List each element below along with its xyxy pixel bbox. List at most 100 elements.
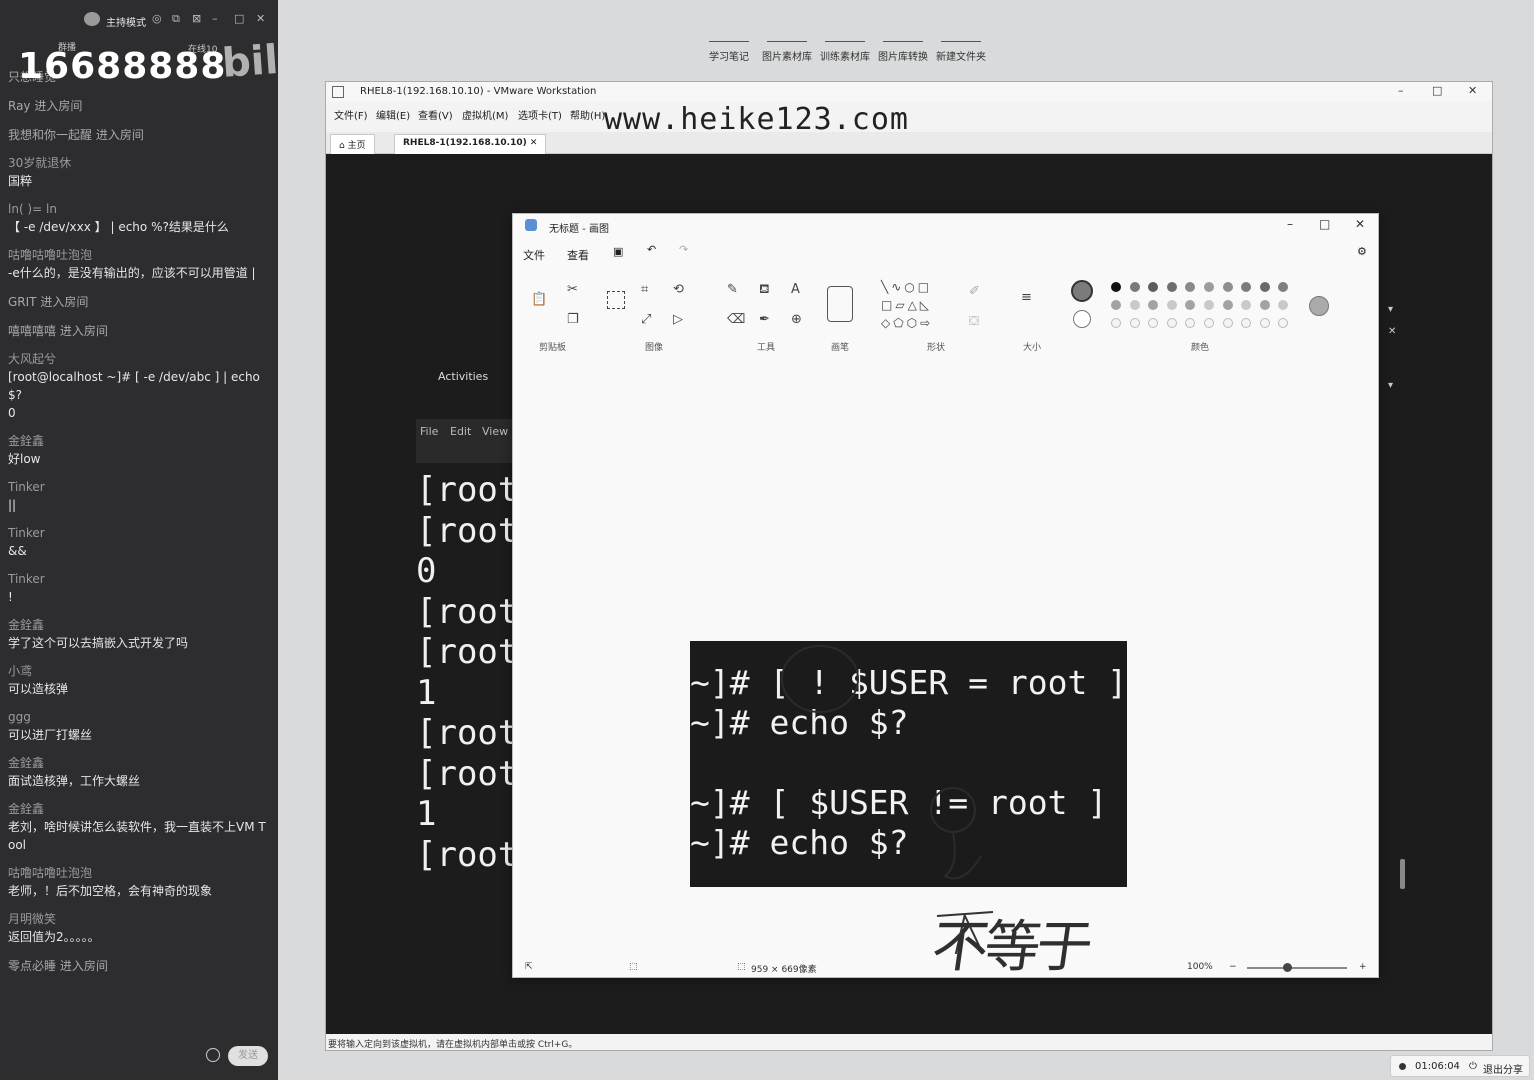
rotate-icon[interactable]: ⟲ xyxy=(673,282,684,297)
color-swatch[interactable] xyxy=(1185,282,1196,292)
vm-maximize-icon[interactable]: □ xyxy=(1432,84,1442,97)
magnifier-icon[interactable]: ⊕ xyxy=(791,312,802,327)
color-swatch[interactable] xyxy=(1222,318,1233,328)
paint-close-icon[interactable]: ✕ xyxy=(1355,217,1365,231)
color-swatch[interactable] xyxy=(1166,318,1177,328)
shapes-icon[interactable]: □▱△◺ xyxy=(881,298,932,312)
dropdown-icon[interactable]: ▾ xyxy=(1388,304,1393,315)
pin-icon[interactable]: ⊠ xyxy=(192,12,201,25)
menu-tabs[interactable]: 选项卡(T) xyxy=(518,107,562,122)
term-menu-file[interactable]: File xyxy=(420,425,438,438)
color-swatch[interactable] xyxy=(1129,318,1140,328)
color-swatch[interactable] xyxy=(1166,282,1177,292)
eraser-icon[interactable]: ⌫ xyxy=(727,312,745,327)
color-swatch[interactable] xyxy=(1204,282,1214,292)
activities-button[interactable]: Activities xyxy=(438,370,488,383)
color-swatch[interactable] xyxy=(1111,318,1121,328)
minimize-icon[interactable]: – xyxy=(212,12,218,25)
size-icon[interactable]: ≡ xyxy=(1021,290,1032,305)
color-swatch[interactable] xyxy=(1185,300,1196,310)
crop-icon[interactable]: ⌗ xyxy=(641,282,648,297)
paint-canvas[interactable]: ~]# [ ! $USER = root ] ~]# echo $? ~]# [… xyxy=(513,356,1378,980)
color-swatch[interactable] xyxy=(1111,300,1121,310)
color-swatch[interactable] xyxy=(1222,300,1233,310)
menu-vm[interactable]: 虚拟机(M) xyxy=(462,107,508,122)
text-icon[interactable]: A xyxy=(791,282,800,297)
menu-file[interactable]: 文件(F) xyxy=(334,107,368,122)
fill-style-icon[interactable]: ⛋ xyxy=(969,314,979,329)
zoom-slider-thumb[interactable] xyxy=(1283,963,1292,972)
send-button[interactable]: 发送 xyxy=(228,1046,268,1066)
term-menu-edit[interactable]: Edit xyxy=(450,425,471,438)
color-swatch[interactable] xyxy=(1278,282,1289,292)
color-swatch[interactable] xyxy=(1204,318,1214,328)
paint-menu-file[interactable]: 文件 xyxy=(523,247,545,263)
shapes-icon[interactable]: ╲∿○□ xyxy=(881,280,932,294)
redo-icon[interactable]: ↷ xyxy=(679,243,688,256)
pencil-icon[interactable]: ✎ xyxy=(727,282,738,297)
share-tool-newfolder[interactable]: 新建文件夹 xyxy=(932,34,990,63)
undo-icon[interactable]: ↶ xyxy=(647,243,656,256)
tab-vm[interactable]: RHEL8-1(192.168.10.10) ✕ xyxy=(394,134,547,154)
color-swatch[interactable] xyxy=(1222,282,1233,292)
settings-icon[interactable]: ◎ xyxy=(152,12,162,25)
maximize-icon[interactable]: □ xyxy=(234,12,244,25)
zoom-in-icon[interactable]: + xyxy=(1359,962,1367,972)
dropdown-icon[interactable]: ▾ xyxy=(1388,380,1393,391)
color-swatch[interactable] xyxy=(1148,282,1159,292)
color-swatch[interactable] xyxy=(1241,282,1252,292)
share-tool-notes[interactable]: 学习笔记 xyxy=(700,34,758,63)
edit-colors-icon[interactable] xyxy=(1309,296,1329,316)
picker-icon[interactable]: ✒ xyxy=(759,312,770,327)
tab-home[interactable]: ⌂ 主页 xyxy=(330,134,375,154)
zoom-slider[interactable] xyxy=(1247,967,1347,969)
share-tool-images[interactable]: 图片素材库 xyxy=(758,34,816,63)
color-swatch[interactable] xyxy=(1259,282,1270,292)
brush-icon[interactable] xyxy=(827,286,853,322)
color-swatch[interactable] xyxy=(1148,318,1159,328)
color1-swatch[interactable] xyxy=(1071,280,1093,302)
zoom-out-icon[interactable]: − xyxy=(1229,962,1237,972)
menu-edit[interactable]: 编辑(E) xyxy=(376,107,410,122)
paint-maximize-icon[interactable]: □ xyxy=(1319,217,1330,231)
paste-icon[interactable]: 📋 xyxy=(531,292,547,307)
term-menu-view[interactable]: View xyxy=(482,425,508,438)
share-tool-training[interactable]: 训练素材库 xyxy=(816,34,874,63)
copy-icon[interactable]: ❐ xyxy=(567,312,579,327)
color-swatch[interactable] xyxy=(1259,300,1270,310)
exit-share-button[interactable]: 退出分享 xyxy=(1483,1061,1523,1076)
color-swatch[interactable] xyxy=(1129,300,1140,310)
color-swatch[interactable] xyxy=(1278,318,1289,328)
color-swatch[interactable] xyxy=(1241,300,1252,310)
paint-minimize-icon[interactable]: – xyxy=(1287,217,1293,231)
color-swatch[interactable] xyxy=(1259,318,1270,328)
vm-close-icon[interactable]: ✕ xyxy=(1468,84,1477,97)
color-swatch[interactable] xyxy=(1278,300,1289,310)
paint-menu-view[interactable]: 查看 xyxy=(567,247,589,263)
color2-swatch[interactable] xyxy=(1073,310,1091,328)
fill-icon[interactable]: ⛾ xyxy=(759,282,770,299)
color-swatch[interactable] xyxy=(1148,300,1159,310)
power-icon[interactable]: ⏻ xyxy=(1469,1061,1477,1072)
vm-minimize-icon[interactable]: – xyxy=(1398,84,1404,97)
tab-close-icon[interactable]: ✕ xyxy=(530,138,538,148)
menu-help[interactable]: 帮助(H) xyxy=(570,107,605,122)
color-swatch[interactable] xyxy=(1111,282,1121,292)
close-icon[interactable]: ✕ xyxy=(256,12,265,25)
menu-view[interactable]: 查看(V) xyxy=(418,107,453,122)
shapes-icon[interactable]: ◇⬠⬡⇨ xyxy=(881,316,933,330)
popout-icon[interactable]: ⧉ xyxy=(172,12,180,26)
color-swatch[interactable] xyxy=(1129,282,1140,292)
color-swatch[interactable] xyxy=(1241,318,1252,328)
color-swatch[interactable] xyxy=(1185,318,1196,328)
scrollbar-thumb[interactable] xyxy=(1400,859,1405,889)
emoji-icon[interactable] xyxy=(206,1048,220,1062)
flip-icon[interactable]: ▷ xyxy=(673,312,683,327)
share-icon[interactable]: ⚙ xyxy=(1357,245,1367,258)
cut-icon[interactable]: ✂ xyxy=(567,282,578,297)
share-tool-convert[interactable]: 图片库转换 xyxy=(874,34,932,63)
select-icon[interactable] xyxy=(607,291,625,309)
outline-icon[interactable]: ✐ xyxy=(969,284,980,299)
color-swatch[interactable] xyxy=(1166,300,1177,310)
terminal-close-icon[interactable]: ✕ xyxy=(1388,326,1396,337)
